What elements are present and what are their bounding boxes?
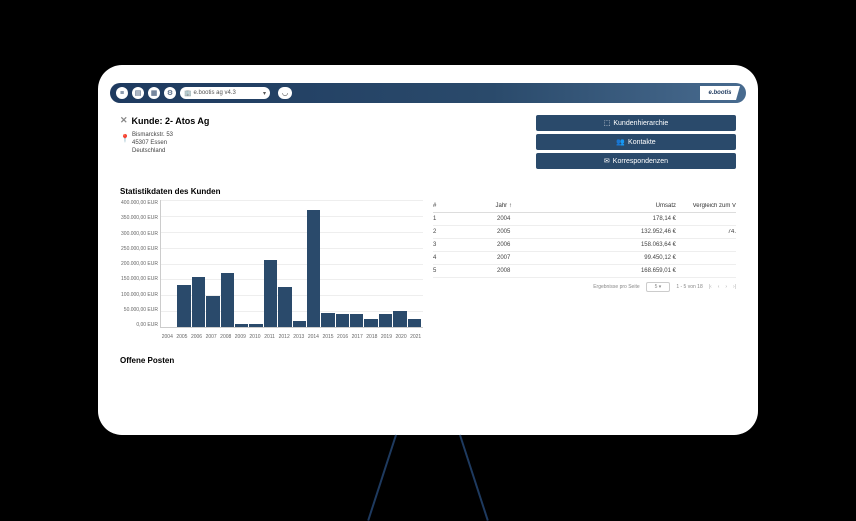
bar xyxy=(350,314,363,327)
bar xyxy=(221,273,234,327)
open-posts-section: Offene Posten xyxy=(110,350,746,371)
last-page-icon[interactable]: ›| xyxy=(733,284,736,290)
customer-title: ✕ Kunde: 2- Atos Ag xyxy=(120,115,526,126)
file-icon[interactable]: ▤ xyxy=(132,87,144,99)
topbar: ≡ ▤ ▦ ⚙ 🏢 e.bootis ag v4.3 ▾ ◡ e.bootis xyxy=(110,83,746,103)
bar xyxy=(249,324,262,327)
bar xyxy=(307,210,320,327)
table-row[interactable]: 4200799.450,12 € xyxy=(433,252,736,265)
bar xyxy=(408,319,421,327)
table-header: # Jahr ↑ Umsatz Vergleich zum V xyxy=(433,200,736,213)
customer-address: 📍 Bismarckstr. 53 45307 Essen Deutschlan… xyxy=(132,132,526,155)
table-row[interactable]: 32006158.063,64 € xyxy=(433,239,736,252)
bar xyxy=(206,296,219,327)
bar xyxy=(393,311,406,327)
calendar-icon[interactable]: ▦ xyxy=(148,87,160,99)
search-input[interactable]: 🏢 e.bootis ag v4.3 ▾ xyxy=(180,87,270,99)
first-page-icon[interactable]: |‹ xyxy=(709,284,712,290)
revenue-table: # Jahr ↑ Umsatz Vergleich zum V 12004178… xyxy=(433,200,736,340)
building-icon: 🏢 xyxy=(184,90,191,97)
bar xyxy=(177,285,190,327)
menu-icon[interactable]: ≡ xyxy=(116,87,128,99)
prev-page-icon[interactable]: ‹ xyxy=(718,284,720,290)
brand-logo: e.bootis xyxy=(700,86,740,100)
contacts-button[interactable]: 👥Kontakte xyxy=(536,134,736,150)
bar-chart: 400.000,00 EUR350.000,00 EUR300.000,00 E… xyxy=(120,200,423,340)
page-size-select[interactable]: 5 ▾ xyxy=(646,282,671,292)
stats-card: Statistikdaten des Kunden 400.000,00 EUR… xyxy=(110,181,746,346)
bar xyxy=(321,313,334,327)
hierarchy-button[interactable]: ⬚Kundenhierarchie xyxy=(536,115,736,131)
mail-icon: ✉ xyxy=(604,157,610,165)
bar xyxy=(364,319,377,327)
chevron-down-icon[interactable]: ▾ xyxy=(263,90,266,97)
bar xyxy=(293,321,306,327)
table-row[interactable]: 52008168.659,01 € xyxy=(433,265,736,278)
pin-icon: 📍 xyxy=(120,134,130,144)
search-value: e.bootis ag v4.3 xyxy=(193,90,235,96)
pager: Ergebnisse pro Seite 5 ▾ 1 - 5 von 18 |‹… xyxy=(433,282,736,292)
bar xyxy=(336,314,349,327)
gear-icon[interactable]: ⚙ xyxy=(164,87,176,99)
sort-asc-icon[interactable]: ↑ xyxy=(509,203,512,209)
correspondence-button[interactable]: ✉Korrespondenzen xyxy=(536,153,736,169)
bar xyxy=(264,260,277,327)
wifi-icon[interactable]: ◡ xyxy=(278,87,292,99)
close-icon[interactable]: ✕ xyxy=(120,115,128,126)
table-row[interactable]: 22005132.952,46 €74. xyxy=(433,226,736,239)
table-row[interactable]: 12004178,14 € xyxy=(433,213,736,226)
people-icon: 👥 xyxy=(616,138,625,146)
stats-title: Statistikdaten des Kunden xyxy=(120,187,736,196)
bar xyxy=(278,287,291,327)
bar xyxy=(379,314,392,327)
hierarchy-icon: ⬚ xyxy=(604,119,611,127)
next-page-icon[interactable]: › xyxy=(725,284,727,290)
bar xyxy=(192,277,205,327)
bar xyxy=(235,324,248,327)
customer-card: ✕ Kunde: 2- Atos Ag 📍 Bismarckstr. 53 45… xyxy=(110,107,746,177)
